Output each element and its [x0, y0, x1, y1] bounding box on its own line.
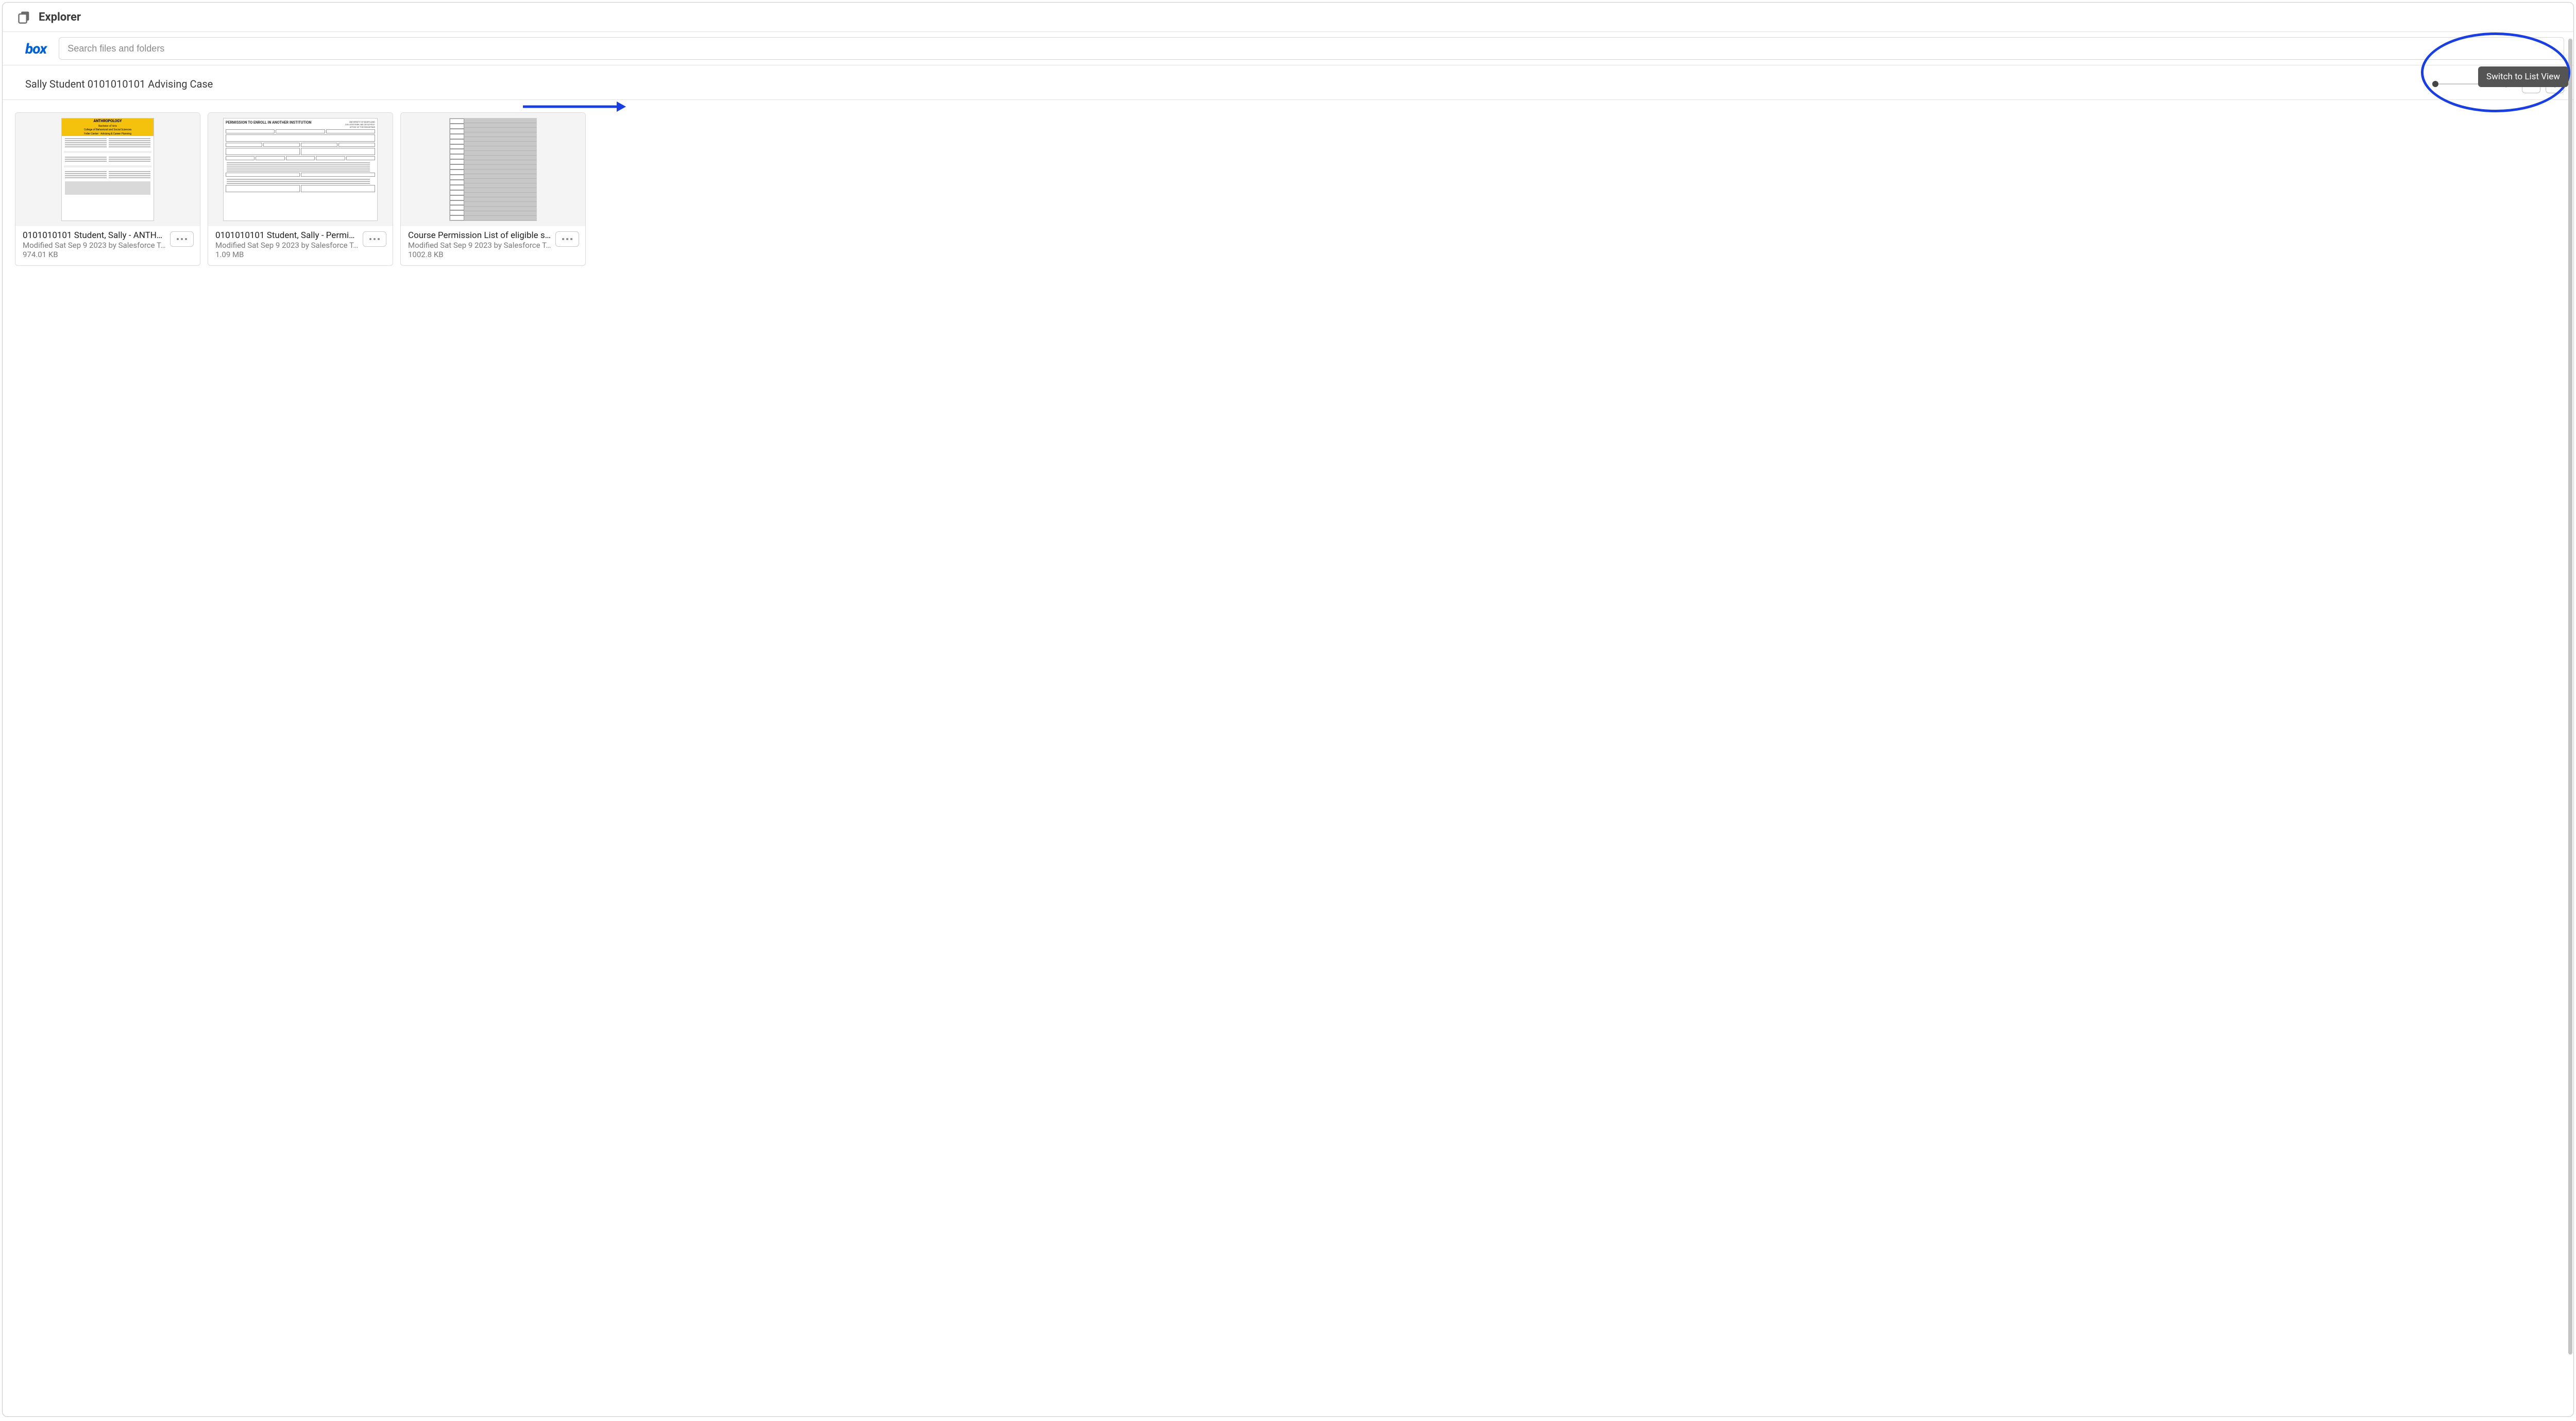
- doc-preview-grid: [449, 118, 537, 221]
- file-name: 0101010101 Student, Sally - Permi…: [215, 230, 359, 241]
- scrollbar[interactable]: [2568, 39, 2572, 1355]
- card-meta: Course Permission List of eligible st… M…: [401, 226, 585, 265]
- dots-icon: [369, 238, 371, 240]
- app-title: Explorer: [39, 11, 81, 24]
- breadcrumb[interactable]: Sally Student 0101010101 Advising Case: [25, 78, 2435, 90]
- card-meta: 0101010101 Student, Sally - ANTH… Modifi…: [15, 226, 200, 265]
- preview-subheading: Feller Center · Advising & Career Planni…: [62, 132, 154, 137]
- content-area: ANTHROPOLOGY Bachelor of Arts College of…: [3, 100, 2573, 1416]
- file-grid: ANTHROPOLOGY Bachelor of Arts College of…: [15, 112, 2564, 266]
- file-modified: Modified Sat Sep 9 2023 by Salesforce T…: [215, 241, 359, 250]
- dots-icon: [562, 238, 564, 240]
- search-header: box: [3, 31, 2573, 65]
- file-name: Course Permission List of eligible st…: [408, 230, 551, 241]
- file-card[interactable]: PERMISSION TO ENROLL IN ANOTHER INSTITUT…: [208, 112, 393, 266]
- file-more-button[interactable]: [555, 231, 579, 247]
- doc-preview-permission: PERMISSION TO ENROLL IN ANOTHER INSTITUT…: [223, 118, 378, 221]
- file-thumbnail: [401, 113, 585, 226]
- preview-heading: PERMISSION TO ENROLL IN ANOTHER INSTITUT…: [226, 121, 312, 128]
- view-toggle-tooltip: Switch to List View: [2478, 66, 2568, 87]
- file-more-button[interactable]: [170, 231, 194, 247]
- file-name: 0101010101 Student, Sally - ANTH…: [23, 230, 166, 241]
- file-card[interactable]: Course Permission List of eligible st… M…: [400, 112, 586, 266]
- dots-icon: [570, 238, 572, 240]
- box-logo: box: [25, 40, 46, 57]
- search-input[interactable]: [59, 37, 2564, 60]
- preview-subheading: College of Behavioral and Social Science…: [62, 128, 154, 132]
- explorer-window: Explorer box Sally Student 0101010101 Ad…: [2, 2, 2574, 1417]
- file-card[interactable]: ANTHROPOLOGY Bachelor of Arts College of…: [15, 112, 200, 266]
- dots-icon: [185, 238, 187, 240]
- card-meta: 0101010101 Student, Sally - Permi… Modif…: [208, 226, 393, 265]
- dots-icon: [181, 238, 183, 240]
- dots-icon: [374, 238, 376, 240]
- dots-icon: [177, 238, 179, 240]
- file-size: 1002.8 KB: [408, 250, 551, 259]
- app-title-bar: Explorer: [3, 3, 2573, 31]
- doc-preview-anthro: ANTHROPOLOGY Bachelor of Arts College of…: [61, 118, 154, 221]
- dots-icon: [566, 238, 568, 240]
- file-thumbnail: PERMISSION TO ENROLL IN ANOTHER INSTITUT…: [208, 113, 393, 226]
- file-size: 1.09 MB: [215, 250, 359, 259]
- file-size: 974.01 KB: [23, 250, 166, 259]
- explorer-copy-icon: [17, 10, 31, 24]
- file-thumbnail: ANTHROPOLOGY Bachelor of Arts College of…: [15, 113, 200, 226]
- slider-thumb[interactable]: [2432, 81, 2438, 87]
- search-wrap: [59, 37, 2564, 60]
- file-modified: Modified Sat Sep 9 2023 by Salesforce T…: [408, 241, 551, 250]
- file-more-button[interactable]: [363, 231, 386, 247]
- dots-icon: [378, 238, 380, 240]
- preview-org: OFFICE OF THE REGISTRAR: [345, 126, 375, 128]
- toolbar-row: Sally Student 0101010101 Advising Case +…: [3, 65, 2573, 100]
- preview-heading: ANTHROPOLOGY: [62, 119, 154, 125]
- file-modified: Modified Sat Sep 9 2023 by Salesforce T…: [23, 241, 166, 250]
